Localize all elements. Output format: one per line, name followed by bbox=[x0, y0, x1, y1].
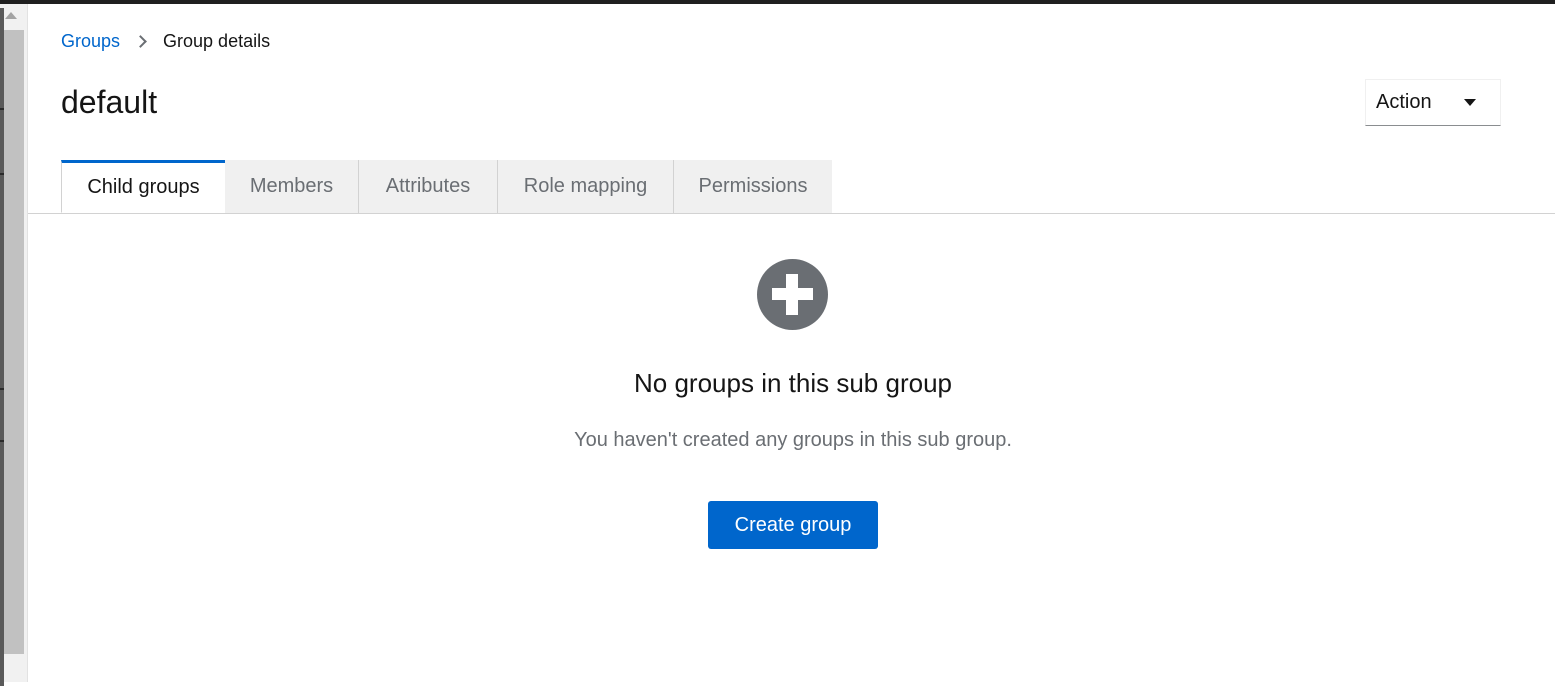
action-dropdown[interactable]: Action bbox=[1365, 79, 1501, 126]
tab-label: Role mapping bbox=[523, 175, 648, 197]
tab-label: Permissions bbox=[698, 175, 808, 197]
vertical-scrollbar[interactable] bbox=[0, 4, 28, 686]
tab-permissions[interactable]: Permissions bbox=[674, 160, 832, 213]
tab-child-groups[interactable]: Child groups bbox=[61, 160, 225, 213]
tab-divider bbox=[28, 213, 1555, 214]
tab-role-mapping[interactable]: Role mapping bbox=[498, 160, 674, 213]
tab-bar: Child groups Members Attributes Role map… bbox=[61, 160, 832, 213]
tab-label: Members bbox=[249, 175, 334, 197]
page-title: default bbox=[61, 84, 158, 120]
plus-circle-icon bbox=[757, 259, 828, 330]
breadcrumb-current: Group details bbox=[163, 30, 271, 51]
caret-down-icon bbox=[1464, 99, 1476, 106]
tab-label: Attributes bbox=[385, 175, 471, 197]
breadcrumb: Groups Group details bbox=[61, 28, 270, 54]
tab-attributes[interactable]: Attributes bbox=[359, 160, 498, 213]
scrollbar-thumb[interactable] bbox=[4, 30, 24, 654]
chevron-right-icon bbox=[134, 34, 147, 48]
window-top-edge bbox=[0, 0, 1555, 4]
scroll-up-arrow-icon[interactable] bbox=[5, 12, 17, 19]
empty-state-title: No groups in this sub group bbox=[634, 368, 952, 398]
breadcrumb-groups-link[interactable]: Groups bbox=[61, 31, 120, 52]
tab-label: Child groups bbox=[87, 176, 200, 198]
action-dropdown-label: Action bbox=[1376, 91, 1432, 113]
create-group-button[interactable]: Create group bbox=[708, 501, 878, 549]
empty-state-body: You haven't created any groups in this s… bbox=[574, 429, 1012, 451]
tab-members[interactable]: Members bbox=[225, 160, 359, 213]
